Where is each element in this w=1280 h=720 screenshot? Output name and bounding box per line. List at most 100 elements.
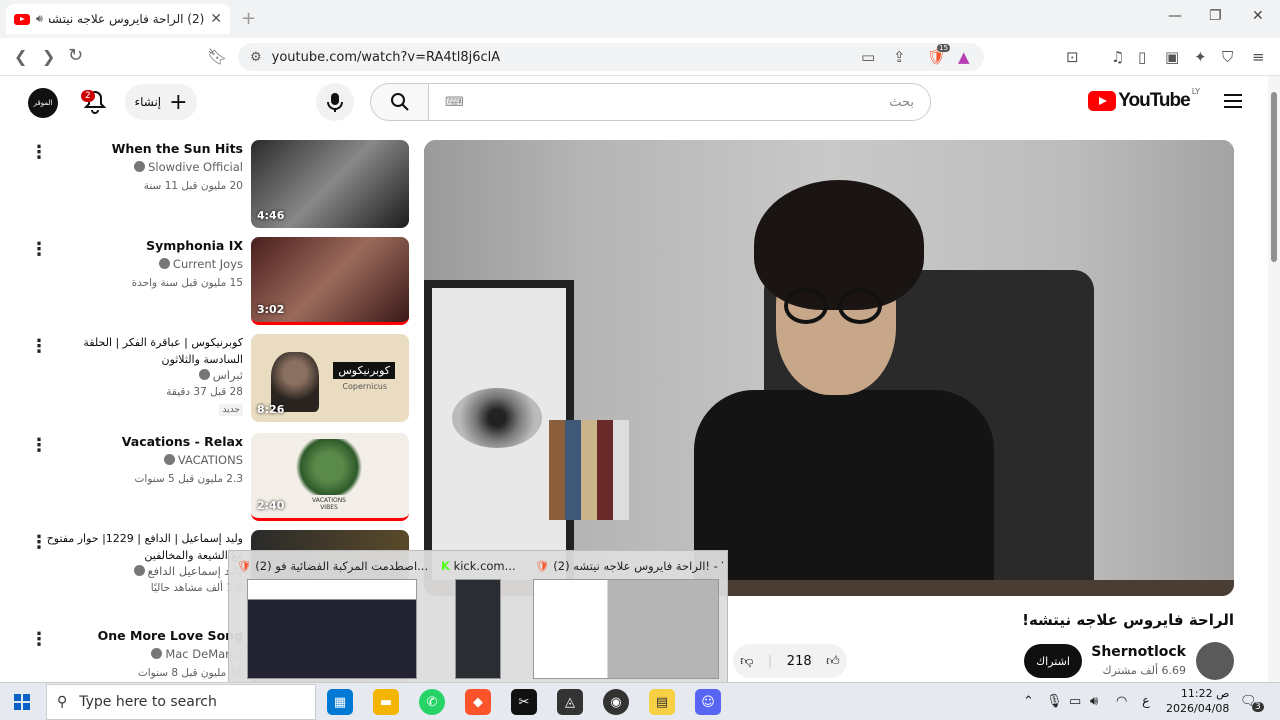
music-icon[interactable]: ♫ xyxy=(1111,48,1124,66)
preview-title[interactable]: 🛡︎ (2) اصطدمت المركبة الفضائية فو... xyxy=(237,559,427,573)
dislike-icon[interactable]: 👎︎ xyxy=(740,654,753,669)
account-avatar[interactable]: الموقر xyxy=(28,88,58,118)
windows-start-icon[interactable] xyxy=(14,694,30,710)
rec-title: كوبرنيكوس | عباقرة الفكر | الحلقة السادس… xyxy=(83,336,243,366)
tab-audio-icon[interactable]: 🔊︎ xyxy=(36,12,43,26)
share-icon[interactable]: ⇪ xyxy=(893,48,906,66)
cast-icon[interactable]: ▭ xyxy=(861,48,875,66)
rec-thumbnail[interactable]: VACATIONS VIBES 2:40 xyxy=(251,433,409,521)
preview-title-text: (2) اصطدمت المركبة الفضائية فو... xyxy=(255,559,427,573)
rec-thumbnail[interactable]: كوبرنيكوس Copernicus 8:26 xyxy=(251,334,409,422)
rec-channel: Mac DeMarco xyxy=(43,647,243,661)
logo-country: LY xyxy=(1191,86,1200,96)
kick-icon: K xyxy=(441,559,450,573)
brave-rewards-icon[interactable]: ▲ xyxy=(958,48,970,66)
channel-avatar[interactable] xyxy=(1196,642,1234,680)
youtube-logo[interactable]: YouTube LY xyxy=(1088,86,1200,112)
glasses-right xyxy=(838,288,882,324)
rec-channel-name: VACATIONS xyxy=(177,453,243,467)
leo-ai-icon[interactable]: ✦ xyxy=(1194,48,1207,66)
sticky-notes-icon[interactable]: ▤ xyxy=(649,689,675,715)
like-count: 218 xyxy=(786,653,812,669)
obs-icon[interactable]: ◉ xyxy=(603,689,629,715)
rec-channel: Current Joys xyxy=(43,257,243,271)
forward-icon[interactable]: ❯ xyxy=(42,47,55,66)
microsoft-store-icon[interactable]: ▦ xyxy=(327,689,353,715)
maximize-icon[interactable]: ❐ xyxy=(1209,8,1222,24)
logo-text: YouTube xyxy=(1118,90,1190,111)
tray-clock[interactable]: 11:22 ص 2026/04/08 xyxy=(1166,686,1229,716)
tray-battery-icon[interactable]: ▭ xyxy=(1069,694,1081,709)
rec-thumbnail[interactable]: 4:46 xyxy=(251,140,409,228)
minimize-icon[interactable]: — xyxy=(1168,8,1182,24)
thumb-label: VACATIONS VIBES xyxy=(311,497,346,511)
brave-icon: 🛡︎ xyxy=(535,559,550,573)
rec-channel-name: Slowdive Official xyxy=(148,160,243,174)
browser-tab-active[interactable]: 🔊︎ (2) الراحة فايروس علاجه نيتشه! ✕ xyxy=(6,4,230,34)
rec-title: Symphonia IX xyxy=(146,238,243,253)
search-button[interactable] xyxy=(370,83,428,121)
channel-name[interactable]: Shernotlock xyxy=(1091,644,1186,660)
wallet-icon[interactable]: ▣ xyxy=(1165,48,1179,66)
discord-icon[interactable]: ☺ xyxy=(695,689,721,715)
taskbar-preview-popup: 🛡︎ (2) اصطدمت المركبة الفضائية فو... K k… xyxy=(228,550,728,684)
file-explorer-icon[interactable]: ▬ xyxy=(373,689,399,715)
page-scrollbar[interactable] xyxy=(1268,76,1280,682)
capcut-icon[interactable]: ✂ xyxy=(511,689,537,715)
create-button[interactable]: إنشاء + xyxy=(125,84,197,120)
channel-subscribers: 6.69 ألف مشترك xyxy=(1102,664,1186,677)
rec-duration: 3:02 xyxy=(257,303,285,316)
sidebar-icon[interactable]: ▯ xyxy=(1138,48,1146,66)
video-title: الراحة فايروس علاجه نيتشه! xyxy=(1022,611,1234,629)
scrollbar-thumb[interactable] xyxy=(1271,92,1277,262)
shields-count: 15 xyxy=(937,44,950,52)
preview-title[interactable]: K kick.com... xyxy=(441,559,531,573)
bookmark-icon[interactable]: 🔖︎ xyxy=(207,47,227,66)
brave-icon: 🛡︎ xyxy=(237,559,252,573)
preview-thumbnail[interactable] xyxy=(455,579,501,679)
guide-menu-icon[interactable] xyxy=(1224,94,1242,112)
brave-taskbar-icon[interactable]: ◆ xyxy=(465,689,491,715)
close-window-icon[interactable]: ✕ xyxy=(1252,8,1264,24)
voice-search-button[interactable] xyxy=(316,83,354,121)
rec-thumbnail[interactable]: 3:02 xyxy=(251,237,409,325)
tray-volume-icon[interactable]: 🔊︎ xyxy=(1090,694,1098,709)
taskbar-search-input[interactable]: ⚲ Type here to search xyxy=(46,684,316,720)
video-player[interactable] xyxy=(424,140,1234,596)
tab-close-icon[interactable]: ✕ xyxy=(210,11,222,27)
new-tab-icon[interactable]: + xyxy=(241,8,256,29)
tray-chevron-icon[interactable]: ⌃ xyxy=(1023,694,1034,709)
search-input[interactable]: بحث ⌨ xyxy=(428,83,931,121)
preview-title[interactable]: 🛡︎ (2) الراحة فايروس علاجه نيتشه! - Y... xyxy=(535,559,723,573)
rec-meta: 16 مليون قبل 8 سنوات xyxy=(137,667,243,679)
menu-icon[interactable]: ≡ xyxy=(1252,48,1265,66)
windows-taskbar: ⚲ Type here to search ▦ ▬ ✆ ◆ ✂ ◬ ◉ ▤ ☺ … xyxy=(0,682,1280,720)
video-books xyxy=(549,420,629,520)
tab-title: (2) الراحة فايروس علاجه نيتشه! xyxy=(48,12,205,26)
site-settings-icon[interactable]: ⚙ xyxy=(250,50,262,65)
whatsapp-icon[interactable]: ✆ xyxy=(419,689,445,715)
tray-language[interactable]: ع xyxy=(1142,694,1150,709)
tab-search-icon[interactable]: ⊡ xyxy=(1066,48,1079,66)
davinci-icon[interactable]: ◬ xyxy=(557,689,583,715)
preview-thumbnail[interactable] xyxy=(247,579,417,679)
like-icon[interactable]: 👍︎ xyxy=(826,654,840,669)
tray-wifi-icon[interactable]: ◠ xyxy=(1116,694,1127,709)
clock-date: 2026/04/08 xyxy=(1166,702,1230,715)
thumb-sublabel: Copernicus xyxy=(342,382,387,391)
vpn-icon[interactable]: ⛉ xyxy=(1222,48,1233,66)
rec-title: وليد إسماعيل | الدافع | 1229| حوار مفتوح… xyxy=(46,532,243,562)
subscribe-button[interactable]: اشتراك xyxy=(1024,644,1082,678)
glasses-left xyxy=(784,288,828,324)
taskbar-search-placeholder: Type here to search xyxy=(79,694,217,710)
tray-mic-icon[interactable]: 🎙︎ xyxy=(1046,694,1063,709)
plant-icon xyxy=(291,439,367,495)
rec-channel: Slowdive Official xyxy=(43,160,243,174)
preview-thumbnail[interactable] xyxy=(533,579,719,679)
keyboard-icon[interactable]: ⌨ xyxy=(445,95,464,110)
reload-icon[interactable]: ↻ xyxy=(68,45,83,66)
rec-duration: 2:40 xyxy=(257,499,285,512)
avatar-text: الموقر xyxy=(33,99,53,107)
like-divider: | xyxy=(767,653,773,669)
back-icon[interactable]: ❮ xyxy=(14,47,27,66)
